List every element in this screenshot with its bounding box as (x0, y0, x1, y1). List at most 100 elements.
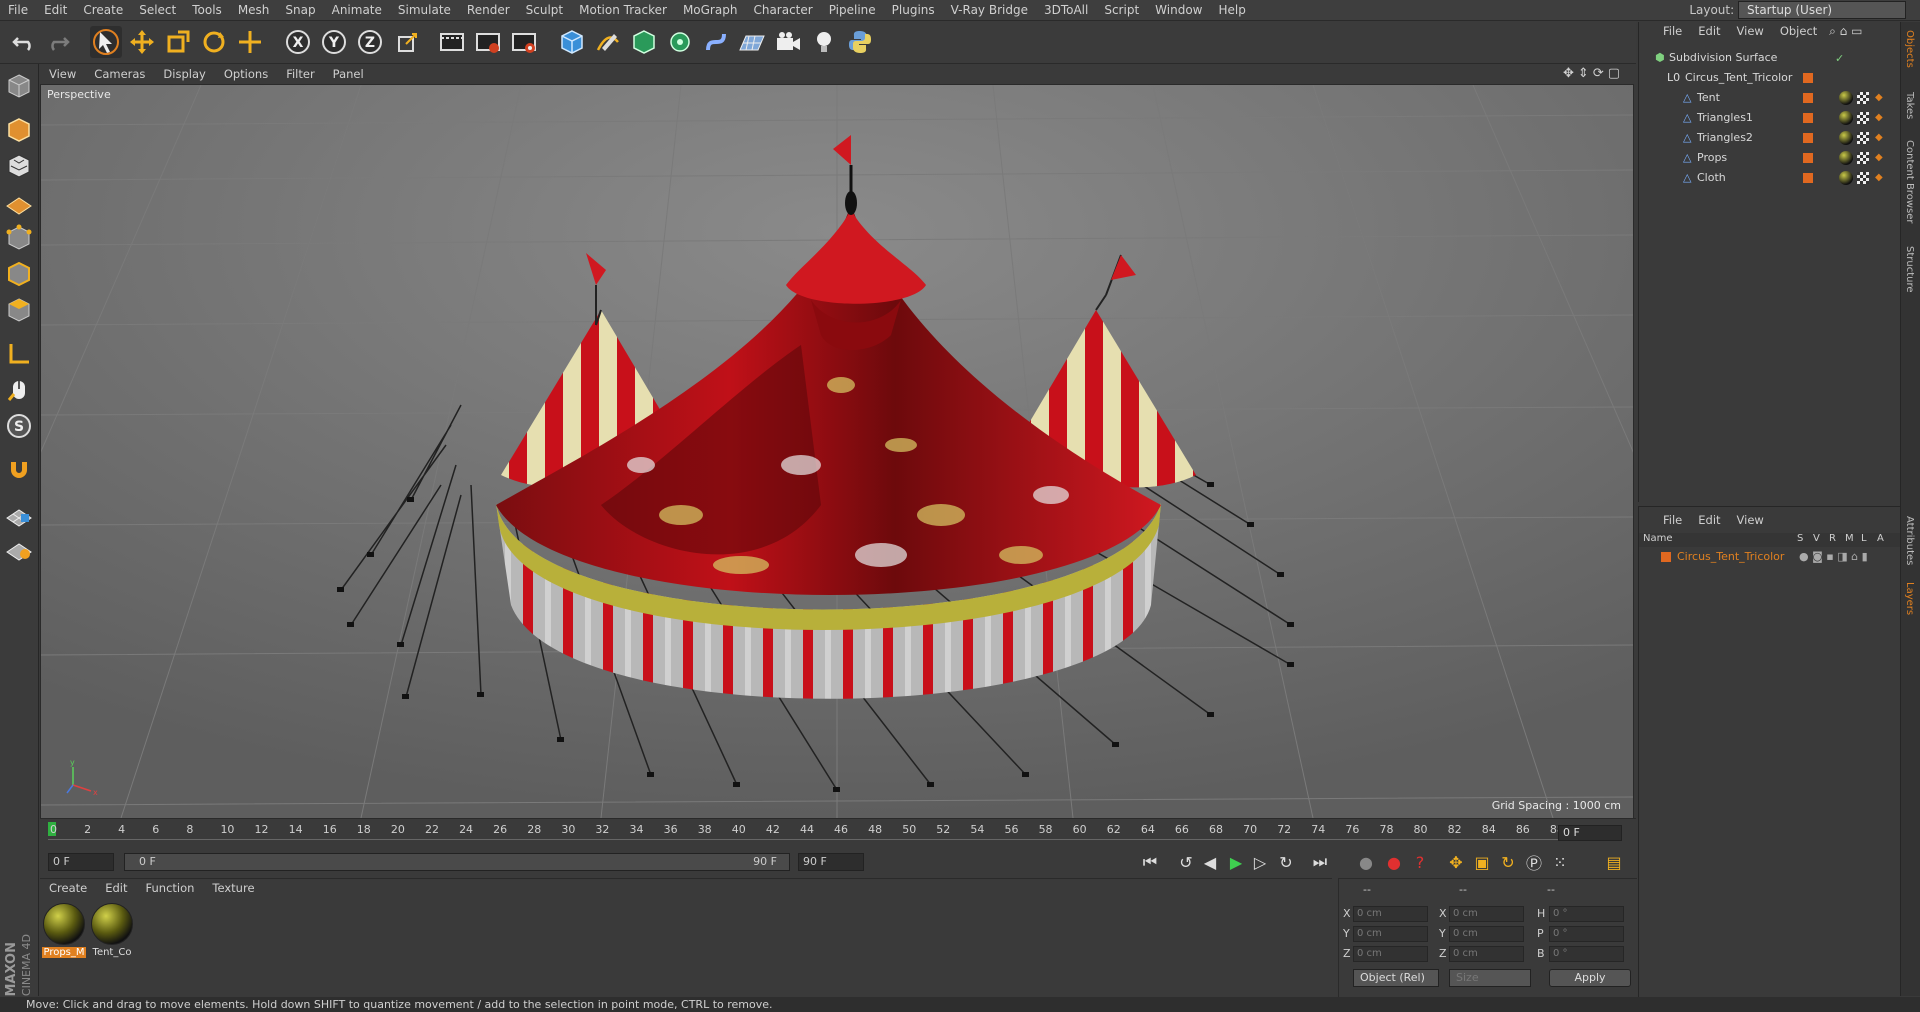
menu-snap[interactable]: Snap (277, 0, 323, 20)
material-swatch[interactable]: Tent_Co (90, 903, 134, 958)
menu-help[interactable]: Help (1210, 0, 1253, 20)
key-parameter-icon[interactable]: Ⓟ (1522, 850, 1546, 874)
apply-button[interactable]: Apply (1549, 969, 1631, 987)
key-pla-icon[interactable]: ⁙ (1548, 850, 1572, 874)
texture-mode-icon[interactable] (3, 150, 35, 182)
material-tag-icon[interactable] (1839, 151, 1853, 165)
object-row[interactable]: L0 Circus_Tent_Tricolor (1639, 68, 1901, 88)
object-manager-tools-icons[interactable]: ⌕ ⌂ ▭ (1829, 24, 1862, 38)
uvw-tag-icon[interactable] (1857, 92, 1869, 104)
scale-icon[interactable] (162, 26, 194, 58)
go-to-start-icon[interactable]: ⏮ (1138, 850, 1162, 874)
record-icon[interactable]: ● (1382, 850, 1406, 874)
material-tag-icon[interactable] (1839, 171, 1853, 185)
coordinate-system-icon[interactable] (392, 26, 424, 58)
go-to-next-key-icon[interactable]: ↻ (1274, 850, 1298, 874)
uvw-tag-icon[interactable] (1857, 152, 1869, 164)
material-tag-icon[interactable] (1839, 111, 1853, 125)
start-frame-field[interactable]: 0 F (48, 853, 114, 871)
go-to-previous-key-icon[interactable]: ↺ (1174, 850, 1198, 874)
size-x-field[interactable]: 0 cm (1449, 906, 1524, 922)
pen-spline-icon[interactable] (592, 26, 624, 58)
viewport-menu-cameras[interactable]: Cameras (85, 65, 154, 83)
play-icon[interactable]: ▶ (1224, 850, 1248, 874)
material-tag-icon[interactable] (1839, 91, 1853, 105)
material-swatch[interactable]: Props_M (42, 903, 86, 958)
tab-structure[interactable]: Structure (1904, 246, 1915, 293)
floor-environment-icon[interactable] (736, 26, 768, 58)
python-icon[interactable] (844, 26, 876, 58)
make-editable-icon[interactable] (3, 70, 35, 102)
menu-file[interactable]: File (0, 0, 36, 20)
layout-select[interactable]: Startup (User) (1738, 1, 1906, 19)
range-slider[interactable]: 0 F 90 F (124, 853, 790, 871)
menu-render[interactable]: Render (459, 0, 518, 20)
object-row[interactable]: △ Tent ◆ (1639, 88, 1901, 108)
selection-tag-icon[interactable]: ◆ (1875, 113, 1883, 123)
timeline-ruler[interactable]: 0 2 4 6 8 10 12 14 16 18 20 22 24 26 28 30 32 34 36 38 40 42 4… (40, 818, 1636, 847)
menu-tools[interactable]: Tools (184, 0, 230, 20)
menu-window[interactable]: Window (1147, 0, 1210, 20)
end-frame-field[interactable]: 90 F (798, 853, 864, 871)
camera-icon[interactable] (772, 26, 804, 58)
layer-color-swatch[interactable] (1803, 113, 1813, 123)
subdivision-generator-icon[interactable] (628, 26, 660, 58)
material-menu-texture[interactable]: Texture (203, 879, 263, 897)
viewport-menu-display[interactable]: Display (154, 65, 214, 83)
y-axis-lock-icon[interactable]: Y (318, 26, 350, 58)
key-scale-icon[interactable]: ▣ (1470, 850, 1494, 874)
z-axis-lock-icon[interactable]: Z (354, 26, 386, 58)
select-arrow-icon[interactable] (90, 26, 122, 58)
tab-takes[interactable]: Takes (1904, 92, 1915, 119)
workplane-mode-icon[interactable] (3, 186, 35, 218)
object-menu-view[interactable]: View (1729, 22, 1772, 40)
uvw-tag-icon[interactable] (1857, 132, 1869, 144)
menu-character[interactable]: Character (745, 0, 820, 20)
undo-icon[interactable] (8, 26, 40, 58)
layer-color-swatch[interactable] (1803, 173, 1813, 183)
position-y-field[interactable]: 0 cm (1353, 926, 1428, 942)
layer-toggle-icons[interactable]: ● ◙ ▪ ◨ ⌂ ▮ (1799, 549, 1868, 565)
go-to-end-icon[interactable]: ⏭ (1308, 850, 1332, 874)
selection-tag-icon[interactable]: ◆ (1875, 173, 1883, 183)
tab-attributes[interactable]: Attributes (1904, 516, 1915, 565)
size-mode-dropdown[interactable]: Size (1449, 969, 1531, 987)
step-back-icon[interactable]: ◀ (1198, 850, 1222, 874)
object-row[interactable]: △ Props ◆ (1639, 148, 1901, 168)
coordinate-mode-dropdown[interactable]: Object (Rel) (1353, 969, 1439, 987)
render-picture-viewer-icon[interactable] (472, 26, 504, 58)
uvw-tag-icon[interactable] (1857, 172, 1869, 184)
workplane-grid-icon[interactable] (3, 498, 35, 530)
menu-pipeline[interactable]: Pipeline (821, 0, 884, 20)
uvw-tag-icon[interactable] (1857, 112, 1869, 124)
tab-objects[interactable]: Objects (1904, 30, 1915, 68)
tweak-mode-icon[interactable] (3, 374, 35, 406)
model-mode-icon[interactable] (3, 114, 35, 146)
material-menu-create[interactable]: Create (40, 879, 96, 897)
render-view-icon[interactable] (436, 26, 468, 58)
menu-select[interactable]: Select (131, 0, 184, 20)
magnet-snap-icon[interactable] (3, 454, 35, 486)
viewport-menu-view[interactable]: View (40, 65, 85, 83)
tab-content-browser[interactable]: Content Browser (1904, 140, 1915, 223)
layer-menu-edit[interactable]: Edit (1690, 511, 1728, 529)
rotation-p-field[interactable]: 0 ° (1549, 926, 1624, 942)
menu-script[interactable]: Script (1096, 0, 1147, 20)
menu-motion-tracker[interactable]: Motion Tracker (571, 0, 675, 20)
object-row[interactable]: △ Cloth ◆ (1639, 168, 1901, 188)
key-position-icon[interactable]: ✥ (1444, 850, 1468, 874)
layer-color-swatch[interactable] (1803, 73, 1813, 83)
layer-color-swatch[interactable] (1803, 93, 1813, 103)
locked-workplane-icon[interactable] (3, 532, 35, 564)
edges-mode-icon[interactable] (3, 258, 35, 290)
viewport-menu-panel[interactable]: Panel (324, 65, 373, 83)
move-icon[interactable] (126, 26, 158, 58)
snap-s-icon[interactable]: S (3, 410, 35, 442)
step-forward-icon[interactable]: ▷ (1248, 850, 1272, 874)
viewport-nav-icons[interactable]: ✥⇕⟳▢ (1563, 66, 1624, 81)
menu-create[interactable]: Create (75, 0, 131, 20)
enabled-check-icon[interactable]: ✓ (1835, 49, 1844, 69)
menu-3dtoall[interactable]: 3DToAll (1036, 0, 1096, 20)
axis-mode-icon[interactable] (3, 338, 35, 370)
rotation-h-field[interactable]: 0 ° (1549, 906, 1624, 922)
